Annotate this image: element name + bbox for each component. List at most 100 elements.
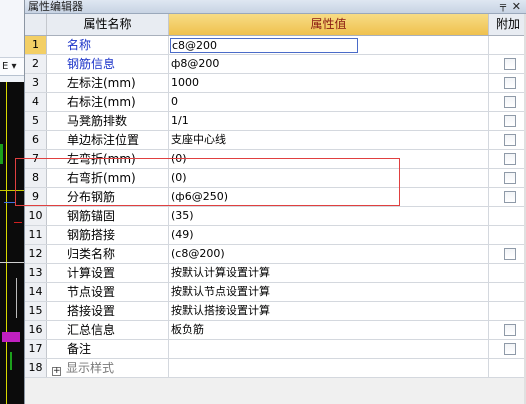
cad-line [4, 202, 16, 203]
group-row-display-style[interactable]: 18 + 显示样式 [25, 359, 526, 378]
cad-line [16, 278, 17, 318]
editor-text: c8@200 [172, 39, 218, 52]
attach-checkbox[interactable] [504, 324, 516, 336]
close-icon[interactable]: ✕ [512, 0, 521, 13]
property-row[interactable]: 4 右标注(mm) 0 [25, 93, 526, 112]
attach-checkbox[interactable] [504, 191, 516, 203]
attach-checkbox[interactable] [504, 58, 516, 70]
property-value[interactable]: (c8@200) [169, 245, 489, 263]
cad-line [0, 144, 3, 164]
extra-cell [489, 55, 526, 73]
panel-titlebar[interactable]: 属性编辑器 ╤ ✕ [25, 0, 526, 14]
property-name: 分布钢筋 [47, 188, 169, 206]
property-row[interactable]: 5 马凳筋排数 1/1 [25, 112, 526, 131]
row-number: 18 [25, 359, 47, 377]
property-row[interactable]: 2 钢筋信息 ф8@200 [25, 55, 526, 74]
extra-cell [489, 302, 526, 320]
header-property-value[interactable]: 属性值 [169, 14, 489, 35]
toolbar-fragment [0, 0, 24, 58]
property-value[interactable]: (ф6@250) [169, 188, 489, 206]
extra-cell [489, 112, 526, 130]
property-name: 钢筋信息 [47, 55, 169, 73]
property-editor-panel: 属性编辑器 ╤ ✕ 属性名称 属性值 附加 1 名称 c8@200 2 钢筋信息 ф8@2… [15, 0, 526, 404]
property-name: 计算设置 [47, 264, 169, 282]
property-name: 马凳筋排数 [47, 112, 169, 130]
property-name: 钢筋搭接 [47, 226, 169, 244]
property-name: 左弯折(mm) [47, 150, 169, 168]
attach-checkbox[interactable] [504, 134, 516, 146]
extra-cell [489, 36, 526, 54]
extra-cell [489, 169, 526, 187]
property-value[interactable] [169, 340, 489, 358]
row-number: 17 [25, 340, 47, 358]
property-row[interactable]: 8 右弯折(mm) (0) [25, 169, 526, 188]
attach-checkbox[interactable] [504, 115, 516, 127]
cad-line [0, 190, 24, 191]
property-name: 备注 [47, 340, 169, 358]
attach-checkbox[interactable] [504, 153, 516, 165]
property-row[interactable]: 16 汇总信息 板负筋 [25, 321, 526, 340]
extra-cell [489, 74, 526, 92]
property-name: 右弯折(mm) [47, 169, 169, 187]
property-name: 左标注(mm) [47, 74, 169, 92]
attach-checkbox[interactable] [504, 172, 516, 184]
property-row[interactable]: 3 左标注(mm) 1000 [25, 74, 526, 93]
cad-drawing-area[interactable] [0, 82, 24, 404]
property-value[interactable]: 按默认节点设置计算 [169, 283, 489, 301]
cad-line [10, 352, 12, 370]
property-name: 右标注(mm) [47, 93, 169, 111]
attach-checkbox[interactable] [504, 96, 516, 108]
property-value[interactable]: (0) [169, 150, 489, 168]
property-row[interactable]: 11 钢筋搭接 (49) [25, 226, 526, 245]
property-name: 汇总信息 [47, 321, 169, 339]
property-value[interactable]: 1000 [169, 74, 489, 92]
property-row[interactable]: 17 备注 [25, 340, 526, 359]
attach-checkbox[interactable] [504, 77, 516, 89]
property-value[interactable]: 板负筋 [169, 321, 489, 339]
property-name: 钢筋锚固 [47, 207, 169, 225]
property-name: 归类名称 [47, 245, 169, 263]
extra-cell [489, 264, 526, 282]
property-value[interactable]: (49) [169, 226, 489, 244]
group-row-label[interactable]: + 显示样式 [47, 359, 169, 377]
row-number: 6 [25, 131, 47, 149]
property-value[interactable]: (35) [169, 207, 489, 225]
property-value[interactable]: ф8@200 [169, 55, 489, 73]
cad-canvas-strip[interactable]: E ▾ [0, 0, 24, 404]
row-number: 3 [25, 74, 47, 92]
property-row[interactable]: 7 左弯折(mm) (0) [25, 150, 526, 169]
property-row[interactable]: 9 分布钢筋 (ф6@250) [25, 188, 526, 207]
row-number: 10 [25, 207, 47, 225]
property-row[interactable]: 15 搭接设置 按默认搭接设置计算 [25, 302, 526, 321]
row-number: 11 [25, 226, 47, 244]
property-row[interactable]: 13 计算设置 按默认计算设置计算 [25, 264, 526, 283]
header-property-name[interactable]: 属性名称 [47, 14, 169, 35]
row-number: 13 [25, 264, 47, 282]
property-value[interactable]: (0) [169, 169, 489, 187]
attach-checkbox[interactable] [504, 248, 516, 260]
property-row[interactable]: 10 钢筋锚固 (35) [25, 207, 526, 226]
property-value[interactable]: 1/1 [169, 112, 489, 130]
property-row[interactable]: 6 单边标注位置 支座中心线 [25, 131, 526, 150]
layer-dropdown[interactable]: E ▾ [0, 58, 24, 76]
property-row[interactable]: 1 名称 c8@200 [25, 36, 526, 55]
property-row[interactable]: 14 节点设置 按默认节点设置计算 [25, 283, 526, 302]
property-value[interactable]: 0 [169, 93, 489, 111]
attach-checkbox[interactable] [504, 343, 516, 355]
property-value[interactable]: 按默认计算设置计算 [169, 264, 489, 282]
header-extra[interactable]: 附加 [489, 14, 526, 35]
row-number: 15 [25, 302, 47, 320]
expand-icon[interactable]: + [52, 367, 61, 376]
property-row[interactable]: 12 归类名称 (c8@200) [25, 245, 526, 264]
property-name: 搭接设置 [47, 302, 169, 320]
row-number: 12 [25, 245, 47, 263]
extra-cell [489, 340, 526, 358]
extra-cell [489, 245, 526, 263]
property-value[interactable]: 按默认搭接设置计算 [169, 302, 489, 320]
pin-icon[interactable]: ╤ [500, 0, 506, 13]
property-value[interactable]: 支座中心线 [169, 131, 489, 149]
property-value[interactable]: c8@200 [169, 36, 489, 54]
row-number: 9 [25, 188, 47, 206]
property-value-editor[interactable]: c8@200 [170, 38, 358, 53]
extra-cell [489, 93, 526, 111]
